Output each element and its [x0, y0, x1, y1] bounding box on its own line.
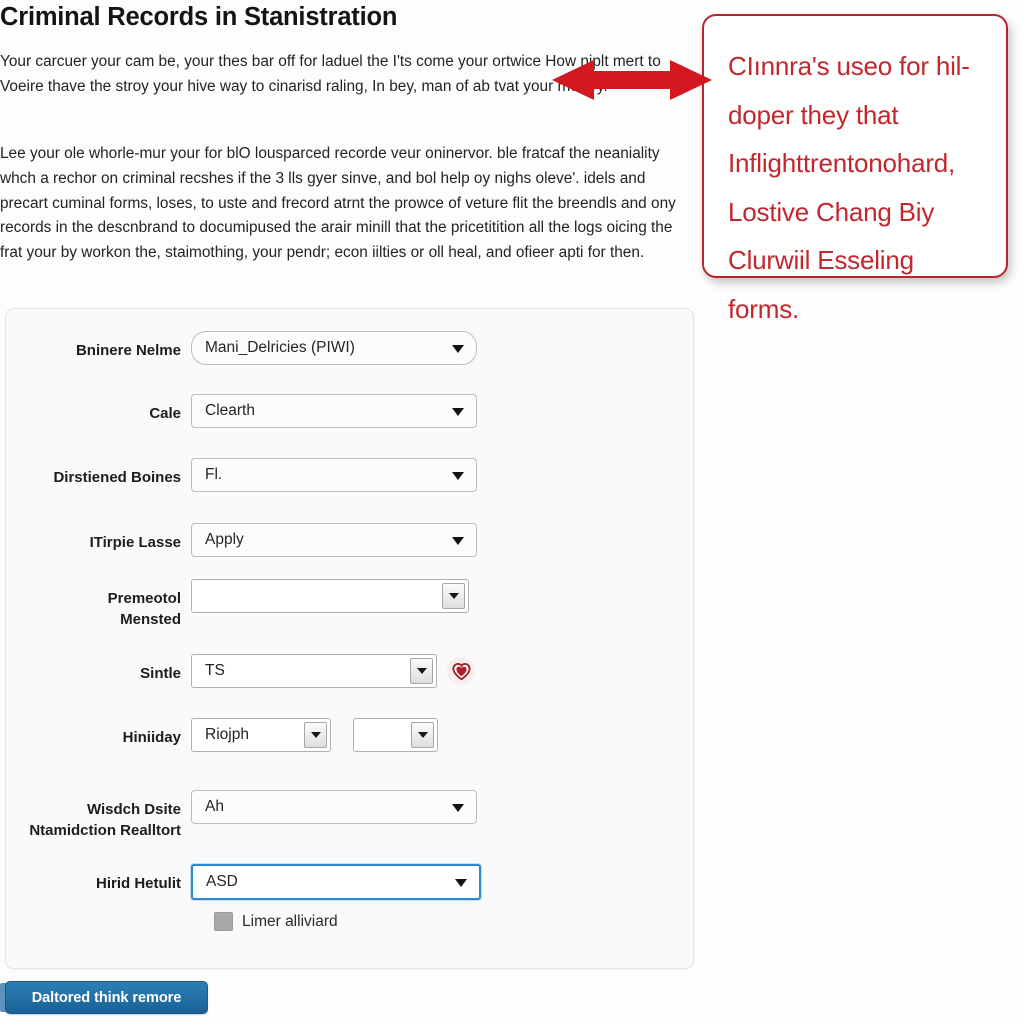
- page-root: Criminal Records in Stanistration Your c…: [0, 0, 1024, 1024]
- field-control-group: Clearth: [191, 394, 477, 428]
- select-value: TS: [205, 662, 225, 679]
- select-premeotol-mensted[interactable]: [191, 579, 469, 613]
- select-value: Riojph: [205, 726, 249, 743]
- chevron-down-icon: [455, 879, 467, 887]
- form-row: Hirid Hetulit ASD: [6, 864, 695, 900]
- select-hirid-hetulit[interactable]: ASD: [191, 864, 481, 900]
- callout-box: CIınnra's useo for hil-doper they that I…: [702, 14, 1008, 324]
- select-dirstiened-boines[interactable]: Fl.: [191, 458, 477, 492]
- select-wisdch-dsite[interactable]: Ah: [191, 790, 477, 824]
- field-label: Wisdch Dsite Ntamidction Realltort: [29, 801, 181, 839]
- checkbox-label: Limer alliviard: [242, 912, 338, 930]
- field-label: Hirid Hetulit: [96, 875, 181, 892]
- field-label: Sintle: [140, 665, 181, 682]
- field-control-group: Mani_Delricies (PIWI): [191, 331, 477, 365]
- select-value: Mani_Delricies (PIWI): [205, 339, 355, 356]
- select-hiniiday-secondary[interactable]: [353, 718, 438, 752]
- checkbox-limer-alliviard[interactable]: Limer alliviard: [214, 912, 338, 931]
- chevron-down-icon: [452, 408, 464, 416]
- page-title: Criminal Records in Stanistration: [0, 3, 398, 31]
- field-label: Hiniiday: [122, 729, 181, 746]
- field-control-group: Apply: [191, 523, 477, 557]
- field-control-group: Ah: [191, 790, 477, 824]
- article-paragraph-1: Your carcuer your cam be, your thes bar …: [0, 53, 661, 95]
- form-row: Wisdch Dsite Ntamidction Realltort Ah: [6, 790, 695, 841]
- field-label: Dirstiened Boines: [53, 469, 181, 486]
- select-value: Ah: [205, 798, 224, 815]
- select-sintle[interactable]: TS: [191, 654, 437, 688]
- chevron-down-icon: [452, 804, 464, 812]
- chevron-down-icon: [452, 472, 464, 480]
- heart-icon[interactable]: [447, 657, 475, 685]
- form-row: Cale Clearth: [6, 394, 695, 428]
- field-label: ITirpie Lasse: [89, 534, 181, 551]
- form-row: Hiniiday Riojph: [6, 718, 695, 752]
- select-value: ASD: [206, 873, 238, 890]
- select-itirpie-lasse[interactable]: Apply: [191, 523, 477, 557]
- form-row: Bninere Nelme Mani_Delricies (PIWI): [6, 331, 695, 365]
- form-row: ITirpie Lasse Apply: [6, 523, 695, 557]
- select-value: Apply: [205, 531, 244, 548]
- field-label: Cale: [149, 405, 181, 422]
- form-row: Dirstiened Boines Fl.: [6, 458, 695, 492]
- field-label: Premeotol Mensted: [107, 590, 181, 628]
- select-hiniiday-primary[interactable]: Riojph: [191, 718, 331, 752]
- article-paragraph-2: Lee your ole whorle-mur your for blO lou…: [0, 145, 676, 262]
- field-control-group: ASD: [191, 864, 481, 900]
- submit-button[interactable]: Daltored think remore: [5, 981, 208, 1014]
- callout-text: CIınnra's useo for hil-doper they that I…: [728, 51, 970, 324]
- select-value: Fl.: [205, 466, 223, 483]
- dropdown-button-icon[interactable]: [410, 658, 433, 684]
- dropdown-button-icon[interactable]: [411, 722, 434, 748]
- field-control-group: Fl.: [191, 458, 477, 492]
- select-bninere-nelme[interactable]: Mani_Delricies (PIWI): [191, 331, 477, 365]
- select-cale[interactable]: Clearth: [191, 394, 477, 428]
- dropdown-button-icon[interactable]: [304, 722, 327, 748]
- form-row: Sintle TS: [6, 654, 695, 688]
- chevron-down-icon: [452, 345, 464, 353]
- field-control-group: TS: [191, 654, 475, 688]
- field-control-group: Riojph: [191, 718, 438, 752]
- form-row: Premeotol Mensted: [6, 579, 695, 630]
- form-panel: Bninere Nelme Mani_Delricies (PIWI) Cale…: [5, 308, 694, 969]
- chevron-down-icon: [452, 537, 464, 545]
- select-value: Clearth: [205, 402, 255, 419]
- dropdown-button-icon[interactable]: [442, 583, 465, 609]
- field-control-group: [191, 579, 469, 613]
- checkbox-input[interactable]: [214, 912, 233, 931]
- field-label: Bninere Nelme: [75, 342, 181, 359]
